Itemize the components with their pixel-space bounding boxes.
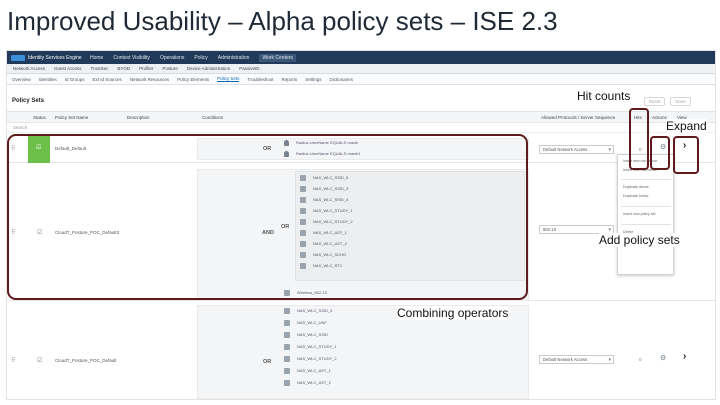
nav-administration[interactable]: Administration [218, 55, 250, 61]
tab-troubleshoot[interactable]: Troubleshoot [247, 77, 273, 82]
condition-icon [284, 319, 290, 326]
callout-combining-operators: Combining operators [397, 306, 509, 320]
nav-policy[interactable]: Policy [194, 55, 207, 61]
hits-highlight-box [629, 108, 649, 170]
actions-menu: Insert new row above Insert new row belo… [617, 154, 674, 275]
subnav-device-administration[interactable]: Device Administration [187, 66, 230, 71]
subnav-profiler[interactable]: Profiler [139, 66, 153, 71]
col-conditions: Conditions [202, 115, 224, 120]
expand-highlight-box [673, 136, 699, 174]
condition-item[interactable]: NAS_WLC_AST_1 [284, 366, 331, 375]
tab-dictionaries[interactable]: Dictionaries [330, 77, 354, 82]
menu-divider [621, 206, 671, 207]
nav-context-visibility[interactable]: Context Visibility [113, 55, 150, 61]
subnav-guest-access[interactable]: Guest Access [54, 66, 82, 71]
condition-item[interactable]: NAS_WLC_SSID [284, 330, 328, 339]
allowed-protocols-select[interactable]: Default Network Access [539, 145, 614, 154]
condition-item[interactable]: NAS_WLC_STUDY_1 [284, 342, 337, 351]
subnav-passiveid[interactable]: PassiveID [239, 66, 259, 71]
search-label: Search [13, 125, 28, 130]
app-brand: Identity Services Engine [28, 54, 82, 61]
section-tabs: Overview Identities Id Groups Ext Id Sou… [7, 74, 715, 85]
subnav-posture[interactable]: Posture [162, 66, 178, 71]
col-description: Description [127, 115, 150, 120]
search-row[interactable]: Search [7, 123, 715, 133]
callout-add-policy-sets: Add policy sets [599, 233, 680, 247]
nav-operations[interactable]: Operations [160, 55, 184, 61]
gear-icon[interactable]: ⚙ [660, 354, 666, 362]
nav-work-centers[interactable]: Work Centers [259, 53, 296, 62]
hit-count: 0 [639, 357, 642, 362]
menu-item-duplicate-above[interactable]: Duplicate above [623, 185, 649, 189]
policy-set-name[interactable]: CloudT_Posture_POC_Default [55, 358, 117, 363]
tab-network-resources[interactable]: Network Resources [130, 77, 169, 82]
tab-settings[interactable]: Settings [305, 77, 321, 82]
condition-icon [284, 379, 290, 386]
app-header: Identity Services Engine Home Context Vi… [7, 51, 715, 64]
save-button[interactable]: Save [670, 97, 691, 106]
condition-icon [284, 307, 290, 314]
menu-divider [621, 179, 671, 180]
drag-handle-icon[interactable]: ⠿ [11, 357, 15, 364]
tab-id-groups[interactable]: Id Groups [65, 77, 85, 82]
status-check-icon[interactable]: ☑ [37, 357, 42, 364]
tab-identities[interactable]: Identities [39, 77, 57, 82]
expand-chevron-icon[interactable]: › [683, 351, 686, 362]
condition-item[interactable]: NAS_WLC_STUDY_2 [284, 354, 337, 363]
tab-policy-elements[interactable]: Policy Elements [177, 77, 209, 82]
subnav-byod[interactable]: BYOD [117, 66, 130, 71]
condition-icon [284, 355, 290, 362]
allowed-protocols-select[interactable]: Default Network Access [539, 355, 614, 364]
subnav-network-access[interactable]: Network Access [13, 66, 45, 71]
menu-item-insert-policy-set[interactable]: Insert new policy set [623, 212, 656, 216]
col-actions: Actions [652, 115, 667, 120]
subnav-trustsec[interactable]: TrustSec [91, 66, 109, 71]
cisco-logo-icon [11, 54, 25, 61]
menu-divider [621, 224, 671, 225]
tab-reports[interactable]: Reports [281, 77, 297, 82]
callout-expand: Expand [666, 119, 707, 133]
col-allowed-protocols: Allowed Protocols / Server Sequence [541, 115, 616, 120]
combining-operator[interactable]: OR [263, 359, 271, 365]
slide-title: Improved Usability – Alpha policy sets –… [7, 6, 558, 36]
table-row[interactable]: ⠿ ☑ CloudT_Posture_POC_Default OR NAS_WL… [7, 305, 715, 399]
tab-ext-id-sources[interactable]: Ext Id Sources [93, 77, 122, 82]
menu-item-duplicate-below[interactable]: Duplicate below [623, 194, 648, 198]
gear-highlight-box [650, 136, 670, 170]
tab-policy-sets[interactable]: Policy Sets [217, 76, 240, 82]
condition-item[interactable]: NAS_WLC_UNF [284, 318, 327, 327]
condition-item[interactable]: NAS_WLC_SSID_5 [284, 306, 332, 315]
callout-hit-counts: Hit counts [577, 89, 631, 103]
condition-icon [284, 331, 290, 338]
condition-icon [284, 343, 290, 350]
tab-overview[interactable]: Overview [12, 77, 31, 82]
nav-home[interactable]: Home [90, 55, 103, 61]
policy-sets-heading: Policy Sets [12, 98, 45, 104]
table-header: Status Policy Set Name Description Condi… [7, 111, 715, 123]
col-status: Status [33, 115, 46, 120]
work-center-subnav: Network Access Guest Access TrustSec BYO… [7, 64, 715, 74]
col-policy-set-name: Policy Set Name [55, 115, 89, 120]
condition-item[interactable]: NAS_WLC_AST_2 [284, 378, 331, 387]
reset-button[interactable]: Reset [644, 97, 665, 106]
rows-highlight-box [7, 134, 528, 300]
condition-icon [284, 367, 290, 374]
